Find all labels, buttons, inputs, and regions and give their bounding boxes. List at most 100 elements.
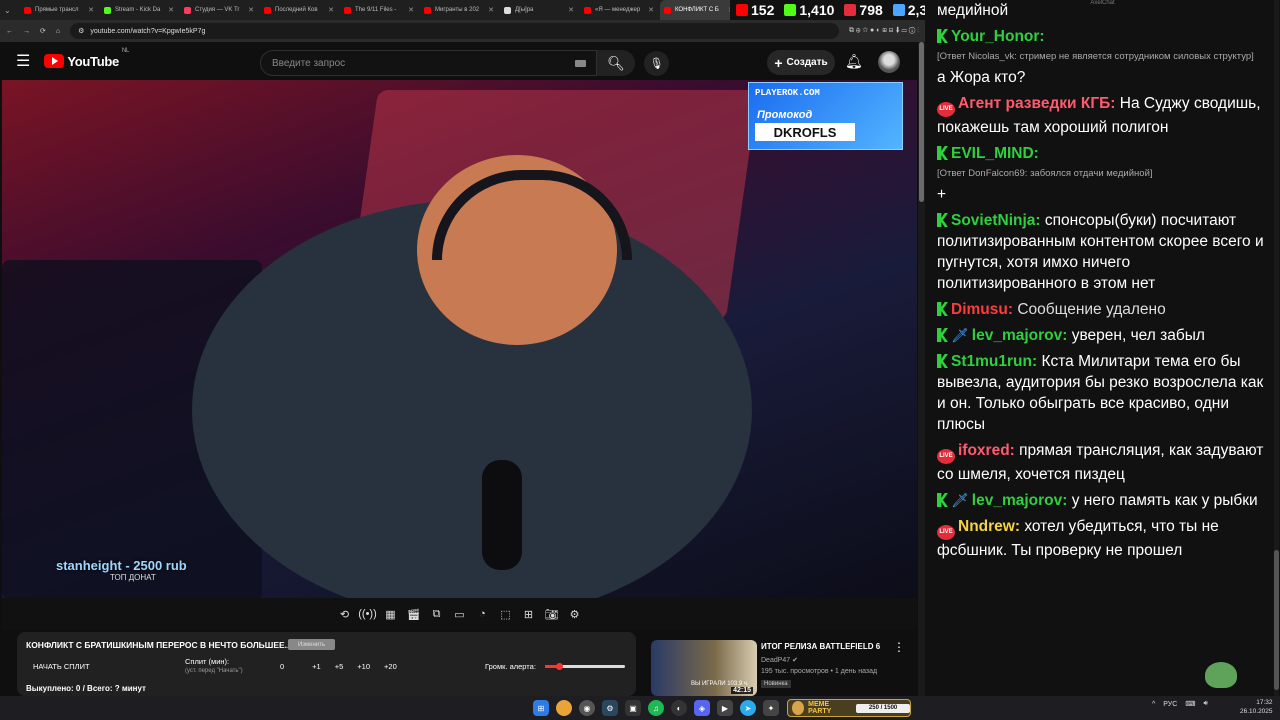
site-info-icon[interactable]: ⚙ xyxy=(78,27,84,35)
browser-tab[interactable]: Мигранты в 202 ✕ xyxy=(420,0,498,20)
plus-icon: + xyxy=(774,54,783,71)
clapper-icon[interactable]: 🎬︎ xyxy=(407,608,421,621)
chat-username[interactable]: Nndrew: xyxy=(958,518,1020,535)
kick-icon xyxy=(784,4,797,16)
picture-in-picture-icon[interactable]: ⧉ xyxy=(430,608,444,620)
tab-list-chevron-icon[interactable]: ⌄ xyxy=(4,6,18,15)
settings-gear-icon[interactable]: ⚙ xyxy=(568,608,582,621)
start-split-button[interactable]: НАЧАТЬ СПЛИТ xyxy=(33,662,90,671)
github-icon[interactable]: ◐ xyxy=(671,700,687,716)
more-options-icon[interactable]: ⋮ xyxy=(893,640,905,654)
split-value-button[interactable]: +10 xyxy=(357,662,370,671)
chat-username[interactable]: St1mu1run: xyxy=(951,353,1037,370)
add-clip-icon[interactable]: ⊞ xyxy=(522,608,536,621)
volume-knob[interactable] xyxy=(556,663,564,670)
split-value-button[interactable]: 0 xyxy=(280,662,284,671)
forward-icon[interactable]: → xyxy=(23,28,30,35)
tool-icon[interactable]: ✦ xyxy=(763,700,779,716)
clock-date: 26.10.2025 xyxy=(1240,708,1273,715)
tab-close-icon[interactable]: ✕ xyxy=(328,6,334,14)
clock[interactable]: 17:32 26.10.2025 xyxy=(1240,698,1273,716)
recommended-video[interactable]: ВЫ ИГРАЛИ 103,9 ч. 42:15 ИТОГ РЕЛИЗА BAT… xyxy=(651,640,921,696)
chat-username[interactable]: Your_Honor: xyxy=(951,28,1045,45)
extensions-icon[interactable]: ⧉ ⊕ ☆ ● ◐ ⊞ ⊟ ⬇ ▭ ⓘ ⋮ xyxy=(849,27,919,35)
chat-username[interactable]: lev_majorov: xyxy=(972,327,1068,344)
live-signal-icon[interactable]: ((•)) xyxy=(358,608,377,620)
telegram-icon[interactable]: ➤ xyxy=(740,700,756,716)
obs-icon[interactable]: ◉ xyxy=(579,700,595,716)
browser-tab[interactable]: The 9/11 Files - ✕ xyxy=(340,0,418,20)
speed-icon[interactable]: ◔ xyxy=(476,608,490,620)
search-input[interactable]: Введите запрос xyxy=(260,50,597,76)
page-scrollbar[interactable] xyxy=(918,42,925,696)
network-icon[interactable]: ⌨ xyxy=(1185,700,1195,708)
avatar[interactable] xyxy=(878,51,900,73)
create-button[interactable]: + Создать xyxy=(767,50,835,75)
browser-tab[interactable]: КОНФЛИКТ С Б✕ xyxy=(660,0,738,20)
lang-indicator[interactable]: РУС xyxy=(1163,701,1177,708)
address-bar[interactable]: ⚙ youtube.com/watch?v=KpgwIe5kP7g xyxy=(70,23,839,39)
youtube-logo[interactable]: YouTube NL xyxy=(44,48,129,69)
chat-username[interactable]: EVIL_MIND: xyxy=(951,145,1039,162)
channel-name[interactable]: DeadP47 ✔ xyxy=(761,656,798,664)
viewer-stat: 152 xyxy=(736,2,774,18)
create-label: Создать xyxy=(786,57,828,68)
voice-search-button[interactable]: 🎙︎ xyxy=(644,51,669,76)
discord-icon[interactable]: ◈ xyxy=(694,700,710,716)
media-icon[interactable]: ▶ xyxy=(717,700,733,716)
tray-chevron-icon[interactable]: ^ xyxy=(1152,701,1155,708)
tab-close-icon[interactable]: ✕ xyxy=(168,6,174,14)
tab-close-icon[interactable]: ✕ xyxy=(248,6,254,14)
split-value-button[interactable]: +1 xyxy=(312,662,321,671)
tab-close-icon[interactable]: ✕ xyxy=(568,6,574,14)
keyboard-icon[interactable] xyxy=(575,59,586,67)
menu-icon[interactable]: ☰ xyxy=(16,51,30,71)
tab-close-icon[interactable]: ✕ xyxy=(488,6,494,14)
chat-username[interactable]: lev_majorov: xyxy=(972,492,1068,509)
region-code: NL xyxy=(121,47,129,54)
split-value-button[interactable]: +20 xyxy=(384,662,397,671)
browser-tab[interactable]: «Я — менеджер ✕ xyxy=(580,0,658,20)
theater-icon[interactable]: ▭ xyxy=(453,608,467,621)
tab-close-icon[interactable]: ✕ xyxy=(648,6,654,14)
chat-username[interactable]: Dimusu: xyxy=(951,301,1013,318)
chat-username[interactable]: Агент разведки КГБ: xyxy=(958,95,1115,112)
chat-username[interactable]: ifoxred: xyxy=(958,442,1015,459)
volume-icon[interactable]: 🔊︎ xyxy=(1203,700,1207,708)
browser-tab[interactable]: Д[ы]ра ✕ xyxy=(500,0,578,20)
screenshot-icon[interactable]: 📷︎ xyxy=(545,608,559,621)
chrome-icon[interactable] xyxy=(556,700,572,716)
reload-icon[interactable]: ⟳ xyxy=(40,27,46,35)
start-icon[interactable]: ⊞ xyxy=(533,700,549,716)
frame-icon[interactable]: ⬚ xyxy=(499,608,513,621)
notifications-bell-icon[interactable]: 🔔︎ xyxy=(845,53,863,70)
browser-tab[interactable]: Прямые трансл ✕ xyxy=(20,0,98,20)
tab-close-icon[interactable]: ✕ xyxy=(88,6,94,14)
browser-tab[interactable]: Студия — VK Tr ✕ xyxy=(180,0,258,20)
app-icon[interactable]: ▣ xyxy=(625,700,641,716)
steam-icon[interactable]: ⚙ xyxy=(602,700,618,716)
recommended-title[interactable]: ИТОГ РЕЛИЗА BATTLEFIELD 6 xyxy=(761,642,880,651)
kick-badge-icon xyxy=(937,213,948,227)
back-icon[interactable]: ← xyxy=(6,28,13,35)
sword-badge-icon: 🗡︎ xyxy=(951,327,969,343)
cards-icon[interactable]: ▦ xyxy=(384,608,398,621)
volume-slider[interactable] xyxy=(545,663,625,670)
chat-username[interactable]: SovietNinja: xyxy=(951,212,1041,229)
split-value-button[interactable]: +5 xyxy=(335,662,344,671)
meme-party-widget[interactable]: MEME PARTY 250 / 1500 xyxy=(787,699,911,717)
home-icon[interactable]: ⌂ xyxy=(56,28,60,35)
tab-favicon-icon xyxy=(184,6,191,14)
video-player[interactable]: stanheight - 2500 rub ТОП ДОНАТ PLAYEROK… xyxy=(2,80,917,598)
browser-tab[interactable]: Последний Ков ✕ xyxy=(260,0,338,20)
chat-scrollbar[interactable] xyxy=(1274,0,1279,696)
tab-close-icon[interactable]: ✕ xyxy=(408,6,414,14)
search-button[interactable]: 🔍︎ xyxy=(597,50,635,76)
spotify-icon[interactable]: ♫ xyxy=(648,700,664,716)
video-thumbnail[interactable]: ВЫ ИГРАЛИ 103,9 ч. 42:15 xyxy=(651,640,757,696)
chat-text: уверен, чел забыл xyxy=(1071,327,1205,344)
browser-tab[interactable]: Stream - Kick Da ✕ xyxy=(100,0,178,20)
microphone-icon: 🎙︎ xyxy=(649,58,664,70)
loop-icon[interactable]: ⟲ xyxy=(338,608,352,621)
edit-chip[interactable]: Изменить xyxy=(288,639,335,650)
